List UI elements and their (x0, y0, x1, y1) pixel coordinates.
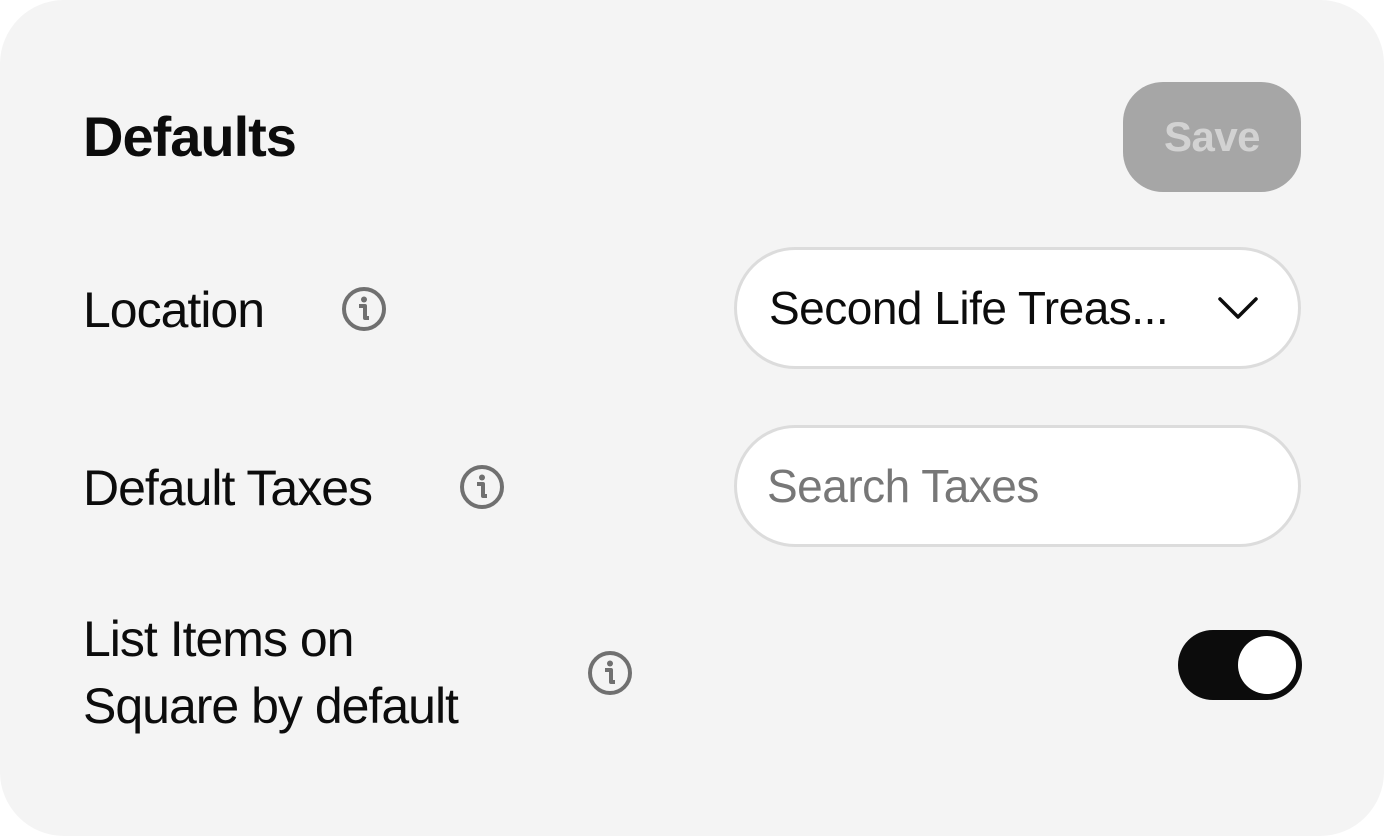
info-icon[interactable] (587, 650, 633, 696)
list-on-square-label-line1: List Items on (83, 611, 354, 667)
save-button[interactable]: Save (1123, 82, 1301, 192)
list-on-square-toggle[interactable] (1178, 630, 1302, 700)
chevron-down-icon (1218, 297, 1258, 319)
defaults-card: Defaults Save Location Second Life Treas… (0, 0, 1384, 836)
toggle-knob (1238, 636, 1296, 694)
info-icon[interactable] (459, 464, 505, 510)
search-taxes-field[interactable] (734, 425, 1301, 547)
search-taxes-input[interactable] (767, 456, 1247, 516)
location-label: Location (83, 282, 265, 338)
location-select[interactable]: Second Life Treas... (734, 247, 1301, 369)
default-taxes-label: Default Taxes (83, 460, 373, 516)
location-select-value: Second Life Treas... (769, 282, 1169, 334)
page-title: Defaults (83, 105, 297, 168)
info-icon[interactable] (341, 286, 387, 332)
list-on-square-label-line2: Square by default (83, 678, 459, 734)
